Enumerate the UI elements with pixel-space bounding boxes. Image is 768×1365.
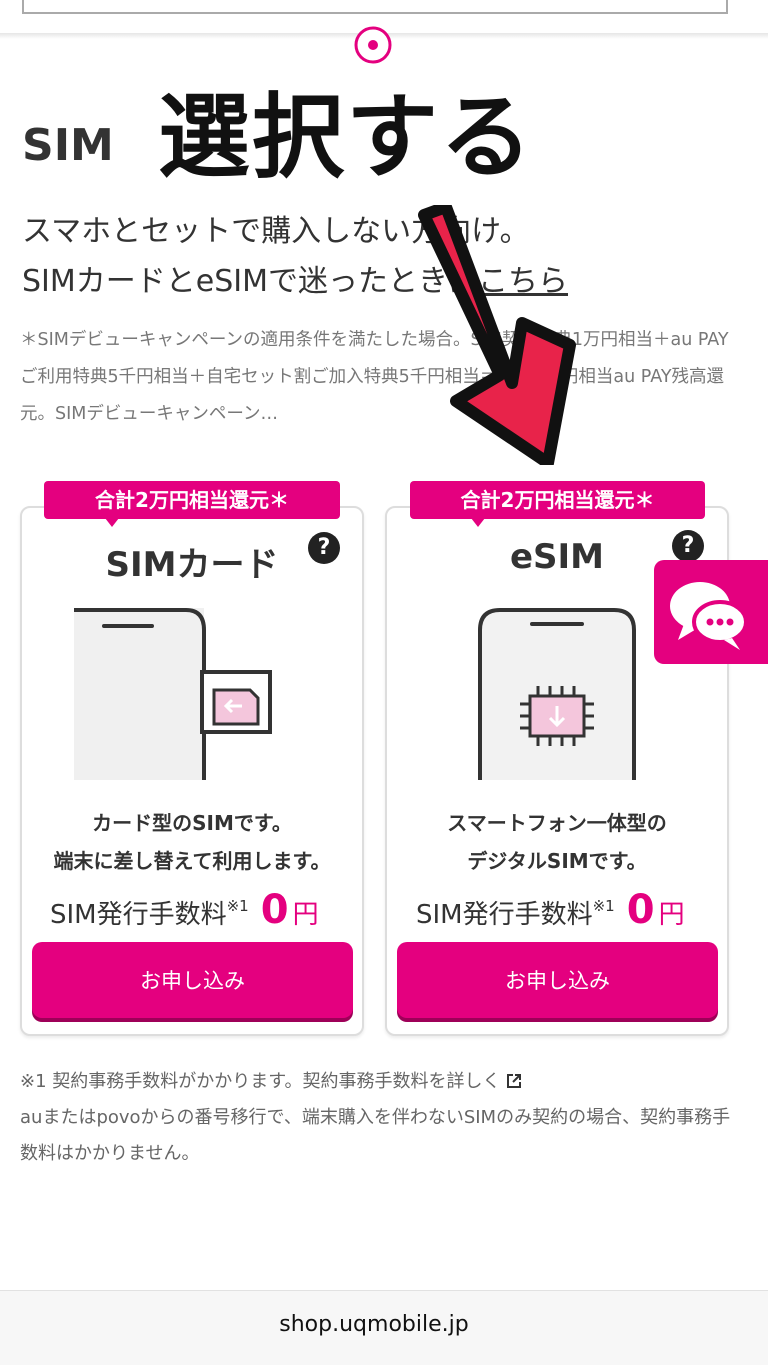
previous-panel-edge (22, 0, 728, 14)
page: SIM スマホとセットで購入しない方向け。 SIMカードとeSIMで迷ったときは… (0, 0, 768, 1365)
footnote-line2: auまたはpovoからの番号移行で、端末購入を伴わないSIMのみ契約の場合、契約… (20, 1107, 731, 1164)
campaign-badge: 合計2万円相当還元＊ (44, 481, 340, 519)
fee-value: 0 (260, 887, 289, 933)
fee-note: ※1 (592, 897, 615, 915)
overlay-annotation-text: 選択する (158, 84, 535, 191)
fee-label: SIM発行手数料 (50, 900, 227, 930)
footnote-line1: ※1 契約事務手数料がかかります。契約事務手数料を詳しく (20, 1064, 736, 1100)
badge-tail (471, 518, 485, 527)
campaign-badge: 合計2万円相当還元＊ (410, 481, 705, 519)
arrow-down-icon (418, 205, 576, 465)
contract-fee-link[interactable]: ※1 契約事務手数料がかかります。契約事務手数料を詳しく (20, 1071, 500, 1092)
fee-unit: 円 (292, 900, 319, 930)
card-description-line2: 端末に差し替えて利用します。 (53, 849, 331, 873)
chat-icon (670, 582, 748, 650)
card-description: スマートフォン一体型の デジタルSIMです。 (385, 804, 729, 880)
campaign-note: ＊SIMデビューキャンペーンの適用条件を満たした場合。SIM契約特典1万円相当＋… (20, 330, 729, 424)
fee-label: SIM発行手数料 (416, 900, 593, 930)
card-description-line1: カード型のSIMです。 (92, 811, 292, 835)
apply-sim-card-button[interactable]: お申し込み (32, 942, 353, 1018)
footnotes: ※1 契約事務手数料がかかります。契約事務手数料を詳しく auまたはpovoから… (20, 1064, 736, 1172)
esim-phone-icon (478, 608, 636, 780)
radio-selected-icon[interactable] (353, 25, 393, 65)
issue-fee: SIM発行手数料※1 0 円 (416, 878, 685, 943)
external-link-icon[interactable] (506, 1073, 522, 1089)
fee-note: ※1 (226, 897, 249, 915)
badge-tail (105, 518, 119, 527)
fee-value: 0 (626, 887, 655, 933)
card-description-line1: スマートフォン一体型の (447, 811, 667, 835)
sim-card-phone-icon (74, 608, 272, 780)
issue-fee: SIM発行手数料※1 0 円 (50, 878, 319, 943)
fee-unit: 円 (658, 900, 685, 930)
card-description-line2: デジタルSIMです。 (467, 849, 647, 873)
url-text[interactable]: shop.uqmobile.jp (0, 1312, 748, 1337)
help-icon[interactable]: ? (308, 532, 340, 564)
help-icon[interactable]: ? (672, 530, 704, 562)
chat-button[interactable] (654, 560, 768, 664)
card-description: カード型のSIMです。 端末に差し替えて利用します。 (20, 804, 364, 880)
apply-esim-button[interactable]: お申し込み (397, 942, 718, 1018)
section-heading: SIM (22, 120, 114, 171)
